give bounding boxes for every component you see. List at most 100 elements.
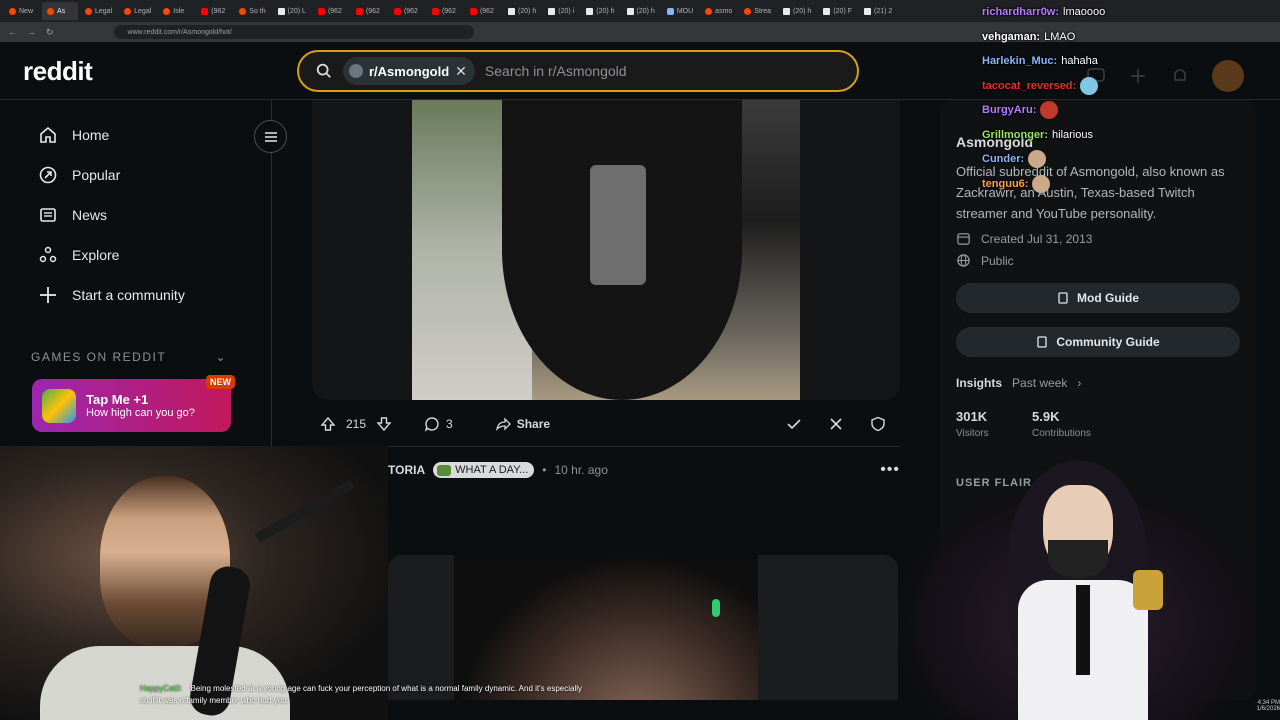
post-divider [312, 446, 900, 447]
browser-tab[interactable]: (20) L [273, 2, 311, 20]
insights-title: Insights [956, 376, 1003, 390]
browser-tab[interactable]: asmo [700, 2, 737, 20]
browser-tab[interactable]: Strea [739, 2, 776, 20]
tab-favicon-icon [864, 7, 871, 15]
comments-button[interactable]: 3 [424, 416, 453, 432]
post-image [454, 555, 758, 700]
stream-chat-overlay: richardharr0w: lmaoooo vehgaman: LMAO Harlek… [982, 0, 1232, 193]
chat-message: Grillmonger: hilarious [982, 123, 1232, 148]
remove-filter-icon[interactable]: ✕ [455, 63, 467, 80]
browser-tab[interactable]: As [42, 2, 78, 20]
downvote-icon[interactable] [376, 416, 392, 432]
browser-tab[interactable]: Legal [119, 2, 156, 20]
sidebar-item-home[interactable]: Home [38, 123, 109, 147]
post-media[interactable] [388, 555, 898, 700]
chevron-right-icon: › [1077, 376, 1082, 390]
browser-tab[interactable]: (20) h [503, 2, 541, 20]
browser-tab[interactable]: MOU [662, 2, 698, 20]
browser-tab[interactable]: (20) h [581, 2, 619, 20]
post-author[interactable]: TORIA [388, 463, 425, 477]
globe-icon [957, 254, 970, 267]
community-guide-button[interactable]: Community Guide [956, 327, 1240, 357]
chat-emote-icon [1040, 101, 1059, 120]
left-sidebar: Home Popular News Explore Start a commun… [0, 100, 287, 446]
collapse-sidebar-button[interactable] [254, 120, 287, 153]
remove-icon[interactable] [828, 416, 844, 432]
book-icon [1058, 292, 1068, 304]
tab-favicon-icon [548, 7, 556, 15]
search-input[interactable]: Search in r/Asmongold [485, 63, 627, 79]
sidebar-item-label: Home [72, 127, 110, 143]
sidebar-item-news[interactable]: News [38, 203, 107, 227]
contributions-value: 5.9K [1032, 409, 1060, 424]
tab-label: MOU [676, 7, 694, 15]
caption-text: Being molested at a young age can fuck y… [140, 684, 582, 705]
caption-user: HappyCat0: [140, 684, 183, 693]
tab-label: Legal [95, 7, 113, 15]
reddit-logo[interactable]: reddit [23, 56, 93, 87]
forward-icon[interactable]: → [27, 27, 36, 37]
tab-favicon-icon [85, 7, 92, 15]
upvote-icon[interactable] [320, 416, 336, 432]
subreddit-filter-chip[interactable]: r/Asmongold ✕ [343, 57, 475, 85]
post-flair[interactable]: WHAT A DAY... [433, 462, 535, 478]
back-icon[interactable]: ← [8, 27, 17, 37]
search-bar[interactable]: r/Asmongold ✕ Search in r/Asmongold [297, 50, 859, 92]
browser-tab[interactable]: (20) h [778, 2, 816, 20]
share-icon [495, 417, 511, 431]
browser-tab[interactable]: (21) 2 [859, 2, 897, 20]
mod-guide-button[interactable]: Mod Guide [956, 283, 1240, 313]
game-promo-card[interactable]: Tap Me +1 How high can you go? NEW [32, 375, 235, 432]
tab-favicon-icon [626, 7, 634, 15]
tab-label: (962 [479, 7, 494, 15]
tab-favicon-icon [705, 7, 713, 15]
chat-highlight-caption: HappyCat0: Being molested at a young age… [140, 683, 590, 707]
tab-label: (21) 2 [874, 7, 893, 15]
approve-icon[interactable] [786, 416, 802, 432]
browser-tab[interactable]: (20) h [622, 2, 660, 20]
browser-tab[interactable]: (962 [427, 2, 463, 20]
games-section-header[interactable]: GAMES ON REDDIT ⌄ [31, 350, 227, 364]
comment-count: 3 [446, 417, 453, 431]
browser-tab[interactable]: (20) F [818, 2, 857, 20]
chat-emote-icon [1032, 174, 1051, 193]
browser-tab[interactable]: Legal [80, 2, 117, 20]
url-field[interactable]: www.reddit.com/r/Asmongold/hot/ [113, 25, 474, 39]
mod-guide-label: Mod Guide [1077, 291, 1139, 305]
explore-icon [39, 246, 57, 263]
sidebar-item-popular[interactable]: Popular [38, 163, 120, 187]
chat-message: tenguu6: [982, 172, 1232, 197]
tab-favicon-icon [317, 7, 325, 15]
tab-favicon-icon [47, 7, 54, 15]
browser-tab[interactable]: (962 [389, 2, 425, 20]
browser-tab[interactable]: (962 [196, 2, 232, 20]
tab-label: Legal [134, 7, 152, 15]
browser-tab[interactable]: (962 [351, 2, 387, 20]
menu-icon [264, 131, 277, 142]
reload-icon[interactable]: ↻ [46, 27, 54, 38]
insights-header[interactable]: Insights Past week › [956, 376, 1081, 390]
tab-favicon-icon [586, 7, 594, 15]
sidebar-item-start-community[interactable]: Start a community [38, 283, 185, 307]
flair-emote-icon [437, 464, 452, 476]
browser-tab[interactable]: (962 [465, 2, 501, 20]
browser-tab[interactable]: So th [234, 2, 270, 20]
shield-icon[interactable] [870, 416, 886, 432]
browser-tab[interactable]: (962 [313, 2, 349, 20]
sidebar-item-explore[interactable]: Explore [38, 243, 119, 267]
system-clock: 4:34 PM 1/6/2026 [1256, 700, 1280, 712]
tab-favicon-icon [431, 7, 439, 15]
vtuber-avatar-overlay [898, 430, 1258, 720]
browser-tab[interactable]: (20) i [543, 2, 579, 20]
insights-period: Past week [1012, 376, 1068, 390]
browser-tab[interactable]: Isle [158, 2, 194, 20]
browser-tab[interactable]: New [4, 2, 40, 20]
new-badge: NEW [206, 375, 235, 389]
tab-label: So th [249, 7, 266, 15]
chat-username: tacocat_reversed: [982, 79, 1077, 92]
tab-label: (20) F [833, 7, 852, 15]
share-button[interactable]: Share [495, 416, 550, 432]
sidebar-item-label: Explore [72, 247, 120, 263]
tab-favicon-icon [277, 7, 285, 15]
comment-icon [424, 417, 439, 432]
